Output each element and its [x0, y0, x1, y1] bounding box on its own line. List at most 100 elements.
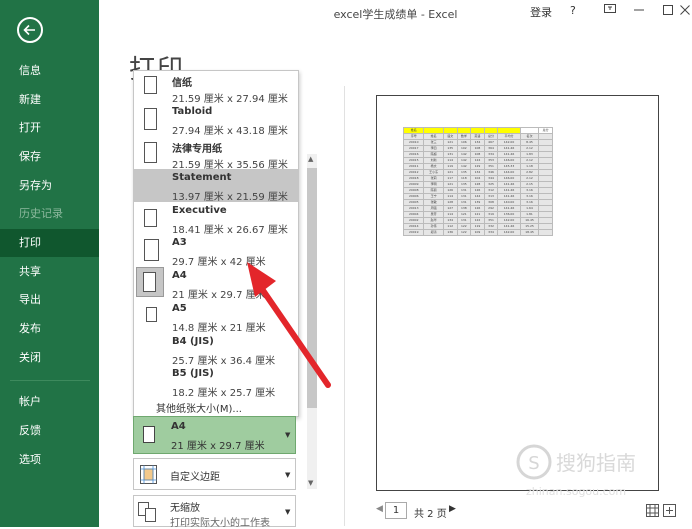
preview-cell: [538, 229, 553, 236]
paper-name: 信纸: [172, 78, 192, 89]
paper-name: 法律专用纸: [172, 144, 222, 155]
other-paper-sizes-link[interactable]: 其他纸张大小(M)...: [156, 400, 242, 415]
scroll-down-icon[interactable]: ▼: [308, 479, 313, 487]
page-number-input[interactable]: 1: [385, 502, 407, 519]
scaling-icon: [138, 502, 156, 522]
preview-cell: 109: [470, 229, 485, 236]
svg-text:zhinan.sogou.com: zhinan.sogou.com: [526, 485, 626, 498]
sogou-watermark-logo: S 搜狗指南 zhinan.sogou.com: [516, 444, 636, 498]
preview-cell: 136: [442, 229, 458, 236]
nav-export[interactable]: 导出: [0, 286, 99, 314]
next-page-icon[interactable]: ▶: [449, 504, 456, 514]
nav-share[interactable]: 共享: [0, 258, 99, 286]
paper-option-tabloid[interactable]: Tabloid 27.94 厘米 x 43.18 厘米: [134, 103, 298, 139]
title-bar: excel学生成绩单 - Excel 登录 ?: [99, 0, 692, 24]
nav-print[interactable]: 打印: [0, 229, 99, 257]
scroll-thumb[interactable]: [307, 168, 317, 408]
maximize-icon[interactable]: [662, 4, 674, 19]
paper-name: Executive: [172, 205, 227, 216]
preview-cell: 122: [456, 229, 472, 236]
nav-account[interactable]: 帐户: [0, 388, 99, 416]
scaling-label: 无缩放: [170, 503, 200, 514]
portrait-page-icon: [144, 209, 157, 227]
paper-size: 27.94 厘米 x 43.18 厘米: [172, 126, 288, 137]
backstage-sidebar: 信息 新建 打开 保存 另存为 历史记录 打印 共享 导出 发布 关闭 帐户 反…: [0, 0, 99, 527]
login-link[interactable]: 登录: [530, 4, 552, 20]
nav-new[interactable]: 新建: [0, 86, 99, 114]
paper-option-b4[interactable]: B4 (JIS) 25.7 厘米 x 36.4 厘米: [134, 333, 298, 369]
nav-save-as[interactable]: 另存为: [0, 172, 99, 200]
nav-history: 历史记录: [19, 207, 63, 220]
svg-text:S: S: [528, 453, 539, 474]
nav-open[interactable]: 打开: [0, 114, 99, 142]
paper-option-letter[interactable]: 信纸 21.59 厘米 x 27.94 厘米: [134, 71, 298, 107]
preview-cell: 20019: [402, 229, 425, 236]
portrait-page-icon: [144, 142, 157, 163]
paper-option-executive[interactable]: Executive 18.41 厘米 x 26.67 厘米: [134, 202, 298, 238]
scaling-dropdown[interactable]: 无缩放 打印实际大小的工作表 ▼: [133, 495, 296, 529]
close-icon[interactable]: [679, 4, 691, 19]
prev-page-icon[interactable]: ◀: [376, 504, 383, 514]
preview-row: 20019 郑涛 136 122 109 334 142.00 18.45: [402, 229, 553, 236]
paper-name: A4: [172, 270, 187, 281]
portrait-page-icon: [144, 108, 157, 130]
paper-option-a3[interactable]: A3 29.7 厘米 x 42 厘米: [134, 234, 298, 270]
paper-size-menu: 信纸 21.59 厘米 x 27.94 厘米 Tabloid 27.94 厘米 …: [133, 70, 299, 417]
back-arrow-icon: [23, 24, 35, 36]
paper-option-a5[interactable]: A5 14.8 厘米 x 21 厘米: [134, 300, 298, 336]
page-navigator: ◀ 1 共 2 页 ▶: [376, 500, 676, 522]
paper-size: 13.97 厘米 x 21.59 厘米: [172, 192, 288, 203]
nav-feedback[interactable]: 反馈: [0, 417, 99, 445]
nav-close[interactable]: 关闭: [0, 344, 99, 372]
panel-divider: [344, 86, 345, 526]
margins-icon: [140, 465, 157, 484]
chevron-down-icon: ▼: [285, 508, 291, 516]
show-margins-icon[interactable]: [646, 504, 659, 517]
paper-name: B5 (JIS): [172, 368, 214, 379]
preview-cell: 郑涛: [423, 229, 444, 236]
zoom-to-page-icon[interactable]: [663, 504, 676, 517]
svg-text:搜狗指南: 搜狗指南: [556, 451, 636, 475]
paper-name: A5: [172, 303, 187, 314]
minimize-icon[interactable]: [633, 4, 645, 19]
preview-cell: 142.00: [497, 229, 521, 236]
paper-size: 21 厘米 x 29.7 厘米: [172, 290, 266, 301]
portrait-page-icon: [144, 239, 159, 261]
paper-option-statement[interactable]: Statement 13.97 厘米 x 21.59 厘米: [134, 169, 298, 203]
paper-size: 14.8 厘米 x 21 厘米: [172, 323, 266, 334]
portrait-page-icon: [143, 272, 156, 292]
preview-cell: 18.45: [519, 229, 540, 236]
portrait-page-icon: [146, 307, 157, 322]
ribbon-display-icon[interactable]: [603, 1, 617, 18]
paper-name: Tabloid: [172, 106, 213, 117]
paper-size: 29.7 厘米 x 42 厘米: [172, 257, 266, 268]
print-preview-page: 姓名 总分 序号 姓名 语文 数学 英语 总分 平均分 名次 20010 张三 121 106 134 467…: [376, 95, 659, 491]
paper-name: A4: [171, 421, 186, 432]
paper-size-dropdown[interactable]: A4 21 厘米 x 29.7 厘米 ▼: [133, 416, 296, 454]
help-button[interactable]: ?: [570, 4, 576, 17]
sidebar-divider: [10, 380, 90, 381]
preview-cell: 334: [483, 229, 499, 236]
nav-publish[interactable]: 发布: [0, 315, 99, 343]
nav-info[interactable]: 信息: [0, 57, 99, 85]
settings-scrollbar[interactable]: ▲ ▼: [307, 154, 317, 489]
preview-table: 姓名 总分 序号 姓名 语文 数学 英语 总分 平均分 名次 20010 张三 121 106 134 467…: [402, 127, 553, 236]
nav-save[interactable]: 保存: [0, 143, 99, 171]
chevron-down-icon: ▼: [285, 431, 291, 439]
portrait-page-icon: [144, 76, 157, 94]
paper-size: 21 厘米 x 29.7 厘米: [171, 441, 265, 452]
nav-options[interactable]: 选项: [0, 446, 99, 474]
portrait-page-icon: [143, 426, 155, 443]
paper-option-a4[interactable]: A4 21 厘米 x 29.7 厘米: [134, 267, 298, 303]
paper-option-b5[interactable]: B5 (JIS) 18.2 厘米 x 25.7 厘米: [134, 365, 298, 401]
paper-size: 18.2 厘米 x 25.7 厘米: [172, 388, 276, 399]
scroll-up-icon[interactable]: ▲: [308, 155, 313, 163]
margins-label: 自定义边距: [170, 472, 220, 483]
paper-name: A3: [172, 237, 187, 248]
chevron-down-icon: ▼: [285, 471, 291, 479]
preview-sheet: 姓名 总分 序号 姓名 语文 数学 英语 总分 平均分 名次 20010 张三 121 106 134 467…: [402, 127, 553, 255]
paper-option-legal[interactable]: 法律专用纸 21.59 厘米 x 35.56 厘米: [134, 137, 298, 173]
back-button[interactable]: [17, 17, 43, 43]
paper-name: B4 (JIS): [172, 336, 214, 347]
margins-dropdown[interactable]: 自定义边距 ▼: [133, 458, 296, 490]
